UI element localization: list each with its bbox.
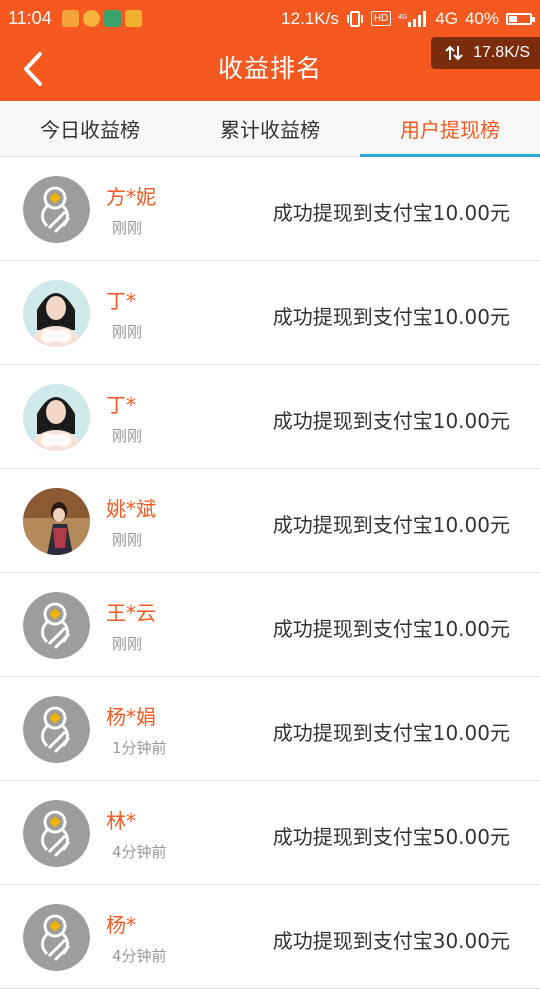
user-name: 林* bbox=[106, 809, 136, 833]
withdraw-record: 成功提现到支付宝10.00元 bbox=[272, 617, 510, 641]
withdraw-record: 成功提现到支付宝10.00元 bbox=[272, 721, 510, 745]
scan-notification-icon bbox=[103, 10, 121, 27]
signal-icon: 4G bbox=[398, 10, 427, 27]
user-name: 杨*娟 bbox=[106, 705, 156, 729]
floating-speed-widget[interactable]: 17.8K/S bbox=[431, 37, 540, 69]
notification-icons bbox=[61, 10, 142, 27]
vibrate-icon bbox=[346, 10, 363, 27]
battery-percent: 40% bbox=[464, 8, 499, 28]
withdraw-record: 成功提现到支付宝10.00元 bbox=[272, 201, 510, 225]
tab-total-earnings[interactable]: 累计收益榜 bbox=[180, 101, 360, 156]
user-name: 丁* bbox=[106, 289, 136, 313]
withdraw-time: 4分钟前 bbox=[112, 843, 167, 861]
status-bar: 11:04 12.1K/s HD 4G 4G 40% bbox=[0, 0, 540, 37]
user-name: 杨* bbox=[106, 913, 136, 937]
user-name: 丁* bbox=[106, 393, 136, 417]
user-name: 姚*斌 bbox=[106, 497, 156, 521]
withdraw-record: 成功提现到支付宝50.00元 bbox=[272, 825, 510, 849]
avatar bbox=[23, 176, 90, 243]
list-item[interactable]: 丁* 刚刚 成功提现到支付宝10.00元 bbox=[0, 365, 540, 469]
battery-icon bbox=[506, 12, 535, 25]
withdraw-time: 刚刚 bbox=[112, 427, 143, 445]
floating-speed-text: 17.8K/S bbox=[473, 44, 530, 61]
mail-notification-icon bbox=[124, 10, 142, 27]
user-name: 方*妮 bbox=[106, 185, 156, 209]
transfer-arrows-icon bbox=[445, 45, 463, 61]
status-time: 11:04 bbox=[8, 8, 52, 28]
withdraw-record: 成功提现到支付宝10.00元 bbox=[272, 305, 510, 329]
network-type: 4G bbox=[435, 8, 458, 28]
list-item[interactable]: 王*云刚刚 成功提现到支付宝10.00元 bbox=[0, 573, 540, 677]
avatar bbox=[23, 488, 90, 555]
withdraw-time: 刚刚 bbox=[112, 323, 143, 341]
list-item[interactable]: 林* 4分钟前 成功提现到支付宝50.00元 bbox=[0, 781, 540, 885]
ranking-tabs: 今日收益榜 累计收益榜 用户提现榜 bbox=[0, 101, 540, 157]
withdraw-time: 刚刚 bbox=[112, 531, 143, 549]
tab-today-earnings[interactable]: 今日收益榜 bbox=[0, 101, 180, 156]
withdraw-record: 成功提现到支付宝10.00元 bbox=[272, 513, 510, 537]
withdraw-time: 刚刚 bbox=[112, 635, 143, 653]
list-item[interactable]: 杨*娟 1分钟前 成功提现到支付宝10.00元 bbox=[0, 677, 540, 781]
avatar bbox=[23, 384, 90, 451]
avatar bbox=[23, 280, 90, 347]
avatar bbox=[23, 592, 90, 659]
withdraw-record: 成功提现到支付宝30.00元 bbox=[272, 929, 510, 953]
avatar bbox=[23, 904, 90, 971]
hd-badge: HD bbox=[370, 11, 392, 26]
list-item[interactable]: 丁* 刚刚 成功提现到支付宝10.00元 bbox=[0, 261, 540, 365]
svg-text:4G: 4G bbox=[398, 14, 407, 21]
withdraw-time: 刚刚 bbox=[112, 219, 143, 237]
tab-user-withdrawals[interactable]: 用户提现榜 bbox=[360, 101, 540, 157]
lock-notification-icon bbox=[61, 10, 79, 27]
withdrawal-list: 方*妮 刚刚 成功提现到支付宝10.00元 丁* 刚刚 成功提现到支付宝10.00元 丁* 刚… bbox=[0, 157, 540, 989]
app-notification-icon bbox=[82, 10, 100, 27]
withdraw-record: 成功提现到支付宝10.00元 bbox=[272, 409, 510, 433]
withdraw-time: 4分钟前 bbox=[112, 947, 167, 965]
list-item[interactable]: 方*妮刚刚 成功提现到支付宝10.00元 bbox=[0, 157, 540, 261]
withdraw-time: 1分钟前 bbox=[112, 739, 167, 757]
avatar bbox=[23, 800, 90, 867]
network-speed: 12.1K/s bbox=[281, 8, 339, 28]
list-item[interactable]: 杨* 4分钟前 成功提现到支付宝30.00元 bbox=[0, 885, 540, 989]
header-bar: 收益排名 17.8K/S bbox=[0, 37, 540, 101]
user-name: 王*云 bbox=[106, 601, 156, 625]
list-item[interactable]: 姚*斌刚刚 成功提现到支付宝10.00元 bbox=[0, 469, 540, 573]
avatar bbox=[23, 696, 90, 763]
